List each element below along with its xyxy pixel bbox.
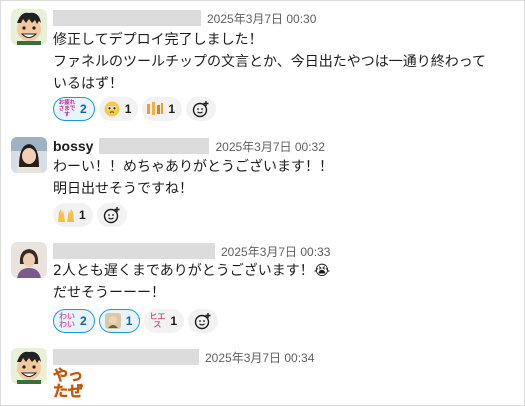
add-reaction-icon — [103, 207, 120, 224]
add-reaction-button[interactable] — [96, 203, 127, 227]
add-reaction-icon — [194, 313, 211, 330]
message-text: 2人とも遅くまでありがとうございます！😭 だせそうーーー！ — [53, 260, 330, 304]
reactions-bar: お疲れさまです 2 1 1 — [53, 97, 217, 121]
timestamp[interactable]: 2025年3月7日 00:30 — [207, 10, 316, 27]
reaction-waiwai[interactable]: わいわい 2 — [53, 309, 95, 333]
hiesu-sticker-icon: ヒエス — [149, 312, 166, 329]
reaction-hiesu[interactable]: ヒエス 1 — [144, 309, 185, 333]
reaction-count: 2 — [80, 314, 87, 328]
message-header: 2025年3月7日 00:34 — [53, 349, 314, 365]
message-header: bossy 2025年3月7日 00:32 — [53, 138, 325, 154]
message-text: 修正してデプロイ完了しました！ ファネルのツールチップの文言とか、今日出たやつは… — [53, 29, 486, 95]
reactions-bar: 1 — [53, 203, 127, 227]
message-text: わーい！！めちゃありがとうございます！！ 明日出せそうですね！ — [53, 156, 333, 200]
message-line: 修正してデプロイ完了しました！ — [53, 32, 263, 48]
pleading-face-icon — [103, 100, 121, 118]
sender-fullname-redacted — [99, 138, 210, 154]
reaction-clap-sticker[interactable]: 1 — [142, 97, 183, 121]
sticker-line: やっ — [53, 366, 84, 384]
reaction-count: 1 — [170, 314, 178, 328]
sender-name-redacted[interactable] — [53, 10, 201, 26]
message-line: 2人とも遅くまでありがとうございます！😭 — [53, 263, 331, 279]
waiwai-sticker-icon: わいわい — [59, 312, 75, 329]
add-reaction-button[interactable] — [188, 309, 219, 333]
timestamp[interactable]: 2025年3月7日 00:34 — [205, 349, 314, 366]
reaction-otsukaresama[interactable]: お疲れさまです 2 — [53, 97, 95, 121]
message-header: 2025年3月7日 00:30 — [53, 10, 316, 26]
sticker-line: たぜ — [53, 382, 84, 400]
reaction-raised-hands[interactable]: 1 — [53, 203, 93, 227]
add-reaction-icon — [192, 101, 209, 118]
yatta-sticker: やっ たぜ — [53, 366, 84, 400]
message-line: わーい！！めちゃありがとうございます！！ — [53, 159, 333, 175]
otsukaresama-sticker-icon: お疲れさまです — [58, 100, 76, 118]
sender-name-redacted[interactable] — [53, 349, 199, 365]
avatar[interactable] — [11, 242, 47, 278]
reaction-count: 2 — [80, 102, 87, 116]
avatar[interactable] — [11, 9, 47, 45]
message-line: いるはず！ — [53, 76, 123, 92]
message-line: 明日出せそうですね！ — [53, 181, 193, 197]
clap-sticker-icon — [146, 100, 164, 118]
reaction-count: 1 — [124, 102, 132, 116]
message-header: 2025年3月7日 00:33 — [53, 243, 330, 259]
reaction-pleading-face[interactable]: 1 — [98, 97, 139, 121]
sticker-person-icon — [104, 312, 122, 330]
timestamp[interactable]: 2025年3月7日 00:33 — [221, 243, 330, 260]
sender-name[interactable]: bossy — [53, 138, 93, 154]
sender-name-redacted[interactable] — [53, 243, 215, 259]
raised-hands-icon — [57, 206, 75, 224]
message-line: ファネルのツールチップの文言とか、今日出たやつは一通り終わって — [53, 54, 487, 70]
reaction-count: 1 — [168, 102, 176, 116]
reaction-count: 1 — [79, 208, 86, 222]
message-pane: 2025年3月7日 00:30 修正してデプロイ完了しました！ ファネルのツール… — [0, 0, 525, 406]
add-reaction-button[interactable] — [186, 97, 217, 121]
avatar[interactable] — [11, 137, 47, 173]
reaction-count: 1 — [125, 314, 133, 328]
avatar[interactable] — [11, 348, 47, 384]
reactions-bar: わいわい 2 1 ヒエス 1 — [53, 309, 219, 333]
message-line: だせそうーーー！ — [53, 285, 165, 301]
reaction-sticker-person[interactable]: 1 — [98, 309, 141, 333]
timestamp[interactable]: 2025年3月7日 00:32 — [215, 138, 324, 155]
